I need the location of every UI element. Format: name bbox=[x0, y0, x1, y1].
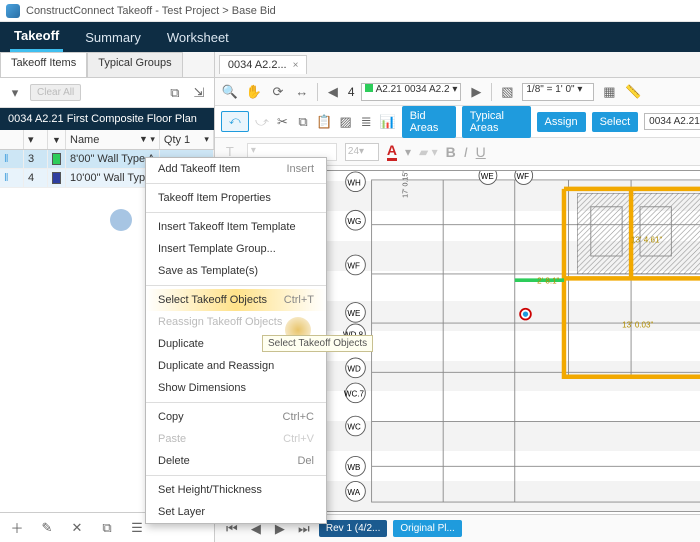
svg-text:WE: WE bbox=[347, 309, 361, 318]
svg-text:WD: WD bbox=[347, 364, 361, 373]
italic-icon[interactable]: I bbox=[464, 144, 468, 160]
grid-icon[interactable]: ▦ bbox=[600, 83, 618, 101]
menu-item[interactable]: CopyCtrl+C bbox=[146, 406, 326, 428]
menu-item[interactable]: Duplicate and Reassign bbox=[146, 355, 326, 377]
svg-text:WH: WH bbox=[347, 178, 361, 187]
edit-toolbar: ⤺ ⤻ ✂ ⧉ 📋 ▨ ≣ 📊 Bid Areas Typical Areas … bbox=[215, 106, 700, 138]
page-number: 4 bbox=[348, 85, 355, 99]
paintbucket-icon[interactable]: ▨ bbox=[338, 113, 353, 131]
menu-item[interactable]: Takeoff Item Properties bbox=[146, 187, 326, 209]
menu-item[interactable]: Show Dimensions bbox=[146, 377, 326, 399]
next-page-icon[interactable]: ▶ bbox=[467, 83, 485, 101]
svg-text:17' 0.15": 17' 0.15" bbox=[401, 171, 409, 198]
left-filter-toolbar: ▾ Clear All ⧉ ⇲ bbox=[0, 78, 214, 108]
stretch-icon[interactable]: ↔ bbox=[293, 83, 311, 101]
view-toolbar: 🔍 ✋ ⟳ ↔ ◀ 4 A2.21 0034 A2.2 ▾ ▶ ▧ 1/8" =… bbox=[215, 78, 700, 106]
svg-text:13' 0.03": 13' 0.03" bbox=[622, 321, 653, 330]
compare-icon[interactable]: ▧ bbox=[498, 83, 516, 101]
subtab-typical-groups[interactable]: Typical Groups bbox=[87, 52, 182, 77]
menu-item[interactable]: Select Takeoff ObjectsCtrl+T bbox=[146, 289, 326, 311]
svg-text:WB: WB bbox=[347, 463, 360, 472]
menu-item[interactable]: Insert Takeoff Item Template bbox=[146, 216, 326, 238]
collapse-icon[interactable]: ⇲ bbox=[190, 84, 208, 102]
duplicate-icon[interactable]: ⧉ bbox=[98, 519, 116, 537]
tab-summary[interactable]: Summary bbox=[81, 23, 145, 52]
properties-icon[interactable]: ≣ bbox=[359, 113, 374, 131]
svg-text:WC.7: WC.7 bbox=[344, 389, 365, 398]
bold-icon[interactable]: B bbox=[446, 144, 456, 160]
plan-header: 0034 A2.21 First Composite Floor Plan bbox=[0, 108, 214, 130]
delete-icon[interactable]: ✕ bbox=[68, 519, 86, 537]
svg-text:WF: WF bbox=[347, 262, 360, 271]
menu-item[interactable]: Set Layer bbox=[146, 501, 326, 523]
paste-icon[interactable]: 📋 bbox=[316, 113, 332, 131]
add-icon[interactable]: ＋ bbox=[8, 519, 26, 537]
svg-text:WA: WA bbox=[347, 488, 360, 497]
app-logo-icon bbox=[6, 4, 20, 18]
redo-icon[interactable]: ⤻ bbox=[255, 113, 270, 131]
fill-color-icon[interactable]: ▰ ▾ bbox=[419, 145, 438, 159]
menu-item: PasteCtrl+V bbox=[146, 428, 326, 450]
svg-text:WG: WG bbox=[347, 217, 361, 226]
color-swatch-icon bbox=[52, 153, 61, 165]
plan-dropdown[interactable]: 0034 A2.21 First Composite...▾ bbox=[644, 113, 700, 130]
close-icon[interactable]: × bbox=[293, 60, 299, 71]
menu-item[interactable]: DeleteDel bbox=[146, 450, 326, 472]
breadcrumb: ConstructConnect Takeoff - Test Project … bbox=[26, 5, 276, 17]
export-icon[interactable]: ☰ bbox=[128, 519, 146, 537]
menu-item[interactable]: Save as Template(s) bbox=[146, 260, 326, 282]
grid-header: ▾ ▼ Name▼ ▾ Qty 1▾ bbox=[0, 130, 214, 150]
underline-icon[interactable]: U bbox=[476, 144, 486, 160]
original-button[interactable]: Original Pl... bbox=[393, 520, 461, 537]
clear-all-button[interactable]: Clear All bbox=[30, 84, 81, 101]
tooltip: Select Takeoff Objects bbox=[262, 335, 373, 352]
chart-icon[interactable]: 📊 bbox=[380, 113, 396, 131]
chevron-down-icon[interactable]: ▾ bbox=[6, 84, 24, 102]
tab-worksheet[interactable]: Worksheet bbox=[163, 23, 233, 52]
zoom-dropdown[interactable]: 1/8" = 1' 0" ▾ bbox=[522, 83, 594, 101]
undo-button[interactable]: ⤺ bbox=[221, 111, 249, 132]
revision-button[interactable]: Rev 1 (4/2... bbox=[319, 520, 387, 537]
tab-takeoff[interactable]: Takeoff bbox=[10, 23, 63, 52]
highlight-ring-icon bbox=[110, 209, 132, 231]
column-name[interactable]: Name bbox=[70, 134, 99, 146]
copy-icon[interactable]: ⧉ bbox=[296, 113, 311, 131]
select-button[interactable]: Select bbox=[592, 112, 639, 132]
ruler-icon[interactable]: 📏 bbox=[624, 83, 642, 101]
titlebar: ConstructConnect Takeoff - Test Project … bbox=[0, 0, 700, 22]
edit-icon[interactable]: ✎ bbox=[38, 519, 56, 537]
menu-item[interactable]: Insert Template Group... bbox=[146, 238, 326, 260]
fontsize-input[interactable]: 24 ▾ bbox=[345, 143, 379, 161]
menu-item[interactable]: Add Takeoff ItemInsert bbox=[146, 158, 326, 180]
grid-tag: WH bbox=[346, 172, 366, 192]
bid-areas-button[interactable]: Bid Areas bbox=[402, 106, 456, 138]
font-color-icon[interactable]: A bbox=[387, 142, 397, 161]
column-qty[interactable]: Qty 1 bbox=[164, 134, 190, 146]
svg-text:WE: WE bbox=[481, 172, 495, 181]
hand-icon[interactable]: ✋ bbox=[245, 83, 263, 101]
svg-text:WF: WF bbox=[516, 172, 529, 181]
assign-button[interactable]: Assign bbox=[537, 112, 586, 132]
document-tab[interactable]: 0034 A2.2... × bbox=[219, 55, 308, 74]
page-dropdown[interactable]: A2.21 0034 A2.2 ▾ bbox=[361, 83, 462, 101]
prev-page-icon[interactable]: ◀ bbox=[324, 83, 342, 101]
subtab-takeoff-items[interactable]: Takeoff Items bbox=[0, 52, 87, 77]
search-icon[interactable]: 🔍 bbox=[221, 83, 239, 101]
svg-text:2' 8.1": 2' 8.1" bbox=[537, 277, 559, 286]
cut-icon[interactable]: ✂ bbox=[275, 113, 290, 131]
typical-areas-button[interactable]: Typical Areas bbox=[462, 106, 531, 138]
color-swatch-icon bbox=[52, 172, 61, 184]
menu-item[interactable]: Set Height/Thickness bbox=[146, 479, 326, 501]
filter-icon[interactable]: ▼ bbox=[52, 135, 61, 145]
rotate-icon[interactable]: ⟳ bbox=[269, 83, 287, 101]
svg-text:13' 4.61": 13' 4.61" bbox=[631, 236, 662, 245]
main-nav: Takeoff Summary Worksheet bbox=[0, 22, 700, 52]
copy-icon[interactable]: ⧉ bbox=[166, 84, 184, 102]
menu-item: Reassign Takeoff Objects bbox=[146, 311, 326, 333]
svg-text:WC: WC bbox=[347, 423, 361, 432]
